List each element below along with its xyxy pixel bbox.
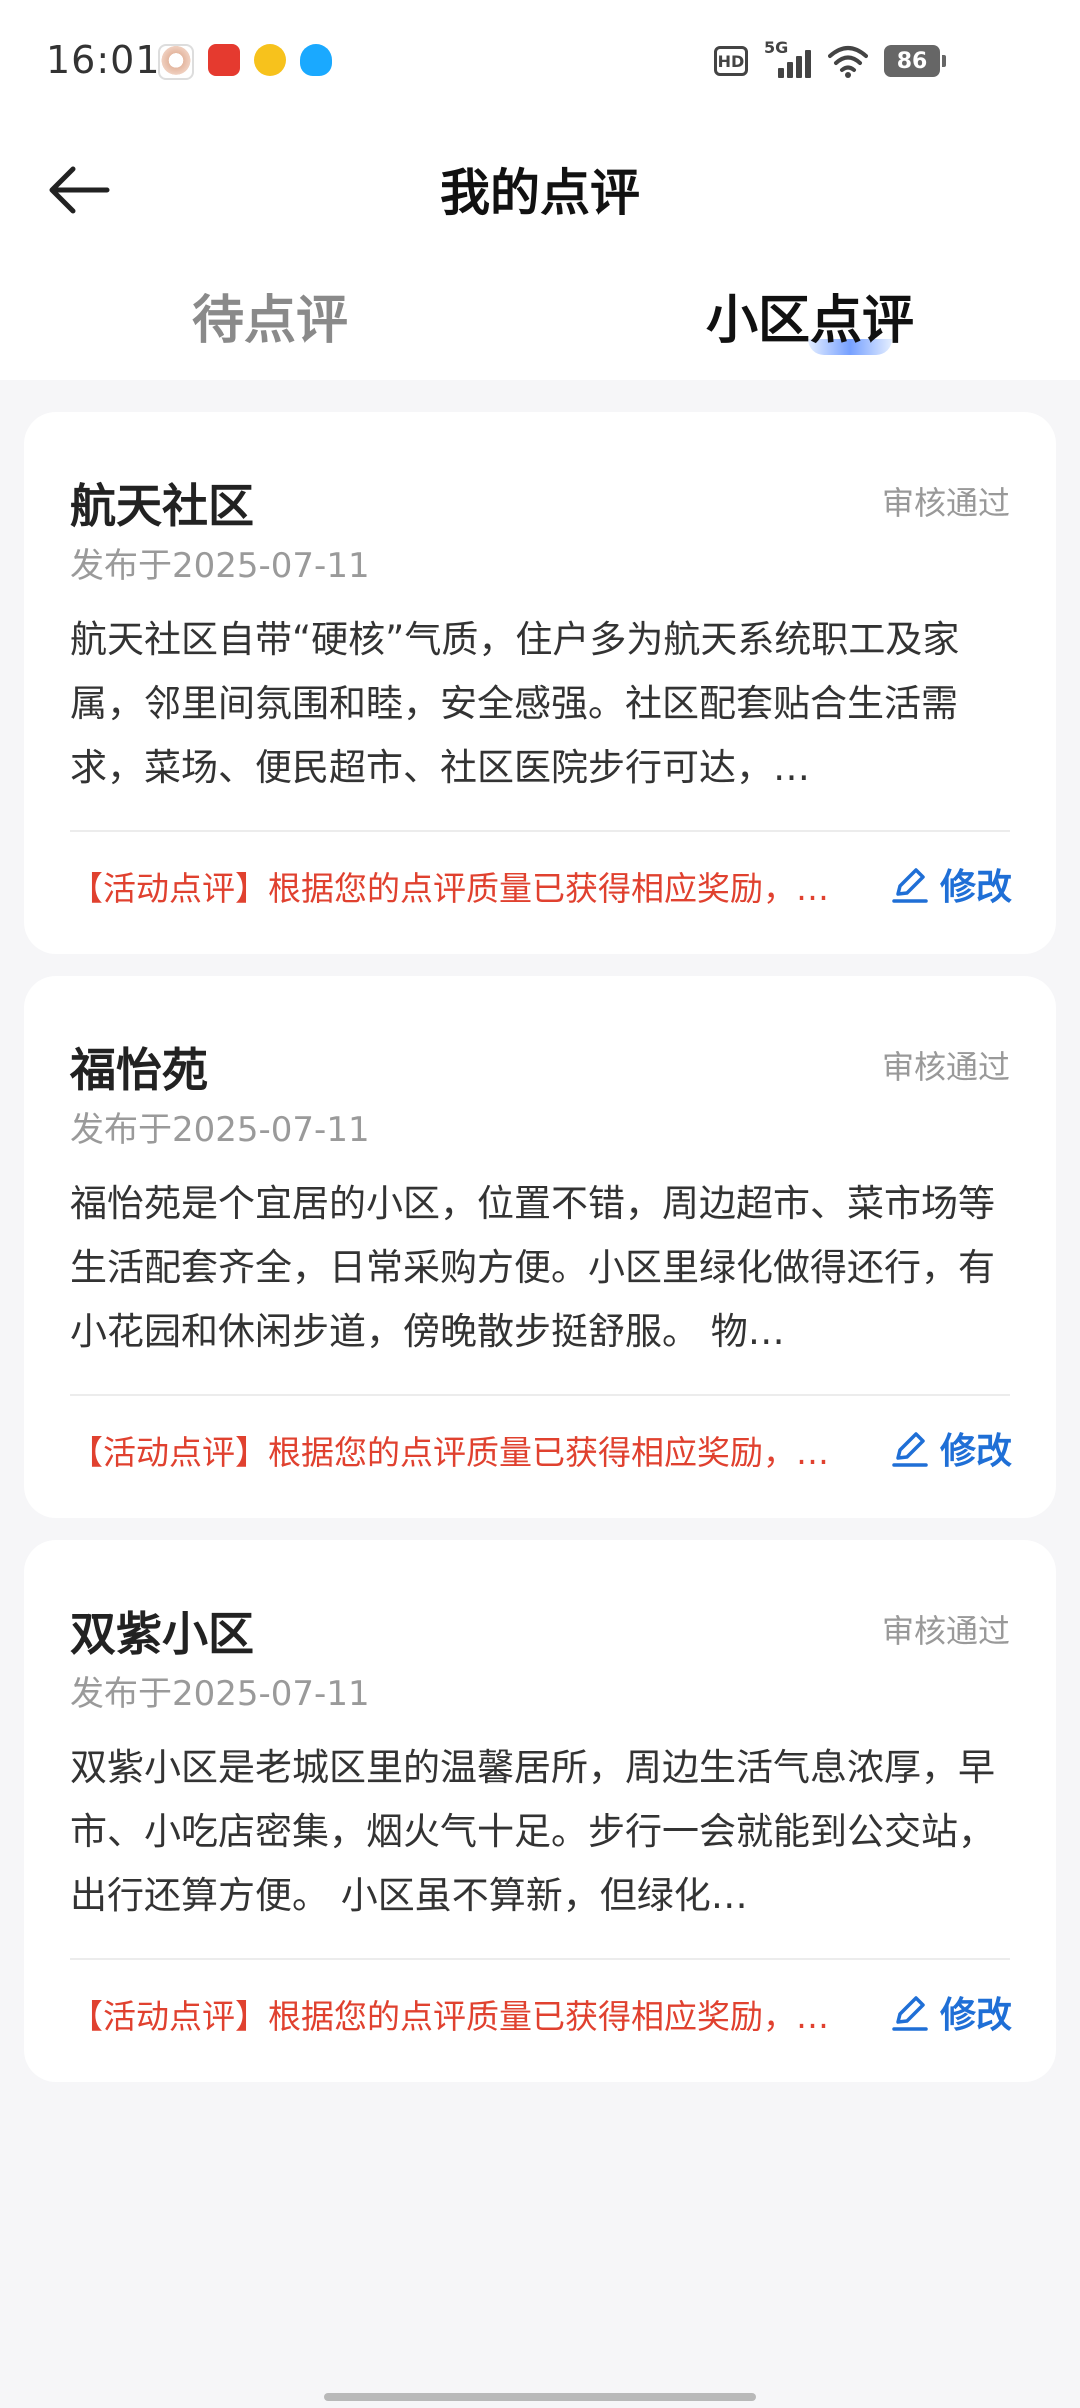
publish-date: 发布于2025-07-11 bbox=[70, 546, 370, 586]
edit-label: 修改 bbox=[939, 1431, 1012, 1472]
community-name: 双紫小区 bbox=[70, 1607, 254, 1661]
status-time: 16:01 bbox=[46, 38, 161, 82]
review-card[interactable]: 福怡苑 审核通过 发布于2025-07-11 福怡苑是个宜居的小区，位置不错，周… bbox=[24, 976, 1056, 1518]
tab-pending-review[interactable]: 待点评 bbox=[0, 265, 540, 365]
edit-label: 修改 bbox=[939, 1995, 1012, 2036]
network-label: 5G bbox=[764, 38, 789, 57]
review-content: 航天社区自带“硬核”气质，住户多为航天系统职工及家属，邻里间氛围和睦，安全感强。… bbox=[70, 618, 960, 789]
reward-notice[interactable]: 【活动点评】根据您的点评质量已获得相应奖励，… bbox=[70, 1990, 890, 2038]
divider bbox=[70, 1958, 1010, 1960]
wifi-icon bbox=[828, 46, 868, 78]
notification-icons bbox=[158, 44, 332, 80]
edit-button[interactable]: 修改 bbox=[890, 1422, 1012, 1474]
edit-button[interactable]: 修改 bbox=[890, 858, 1012, 910]
status-bar: 16:01 HD 5G 86 bbox=[0, 0, 1080, 125]
edit-button[interactable]: 修改 bbox=[890, 1986, 1012, 2038]
divider bbox=[70, 830, 1010, 832]
reward-notice[interactable]: 【活动点评】根据您的点评质量已获得相应奖励，… bbox=[70, 1426, 890, 1474]
tab-community-review[interactable]: 小区点评 bbox=[540, 265, 1080, 365]
tab-bar: 待点评 小区点评 bbox=[0, 265, 1080, 365]
community-name: 航天社区 bbox=[70, 479, 254, 533]
review-status: 审核通过 bbox=[881, 1048, 1010, 1086]
page-title: 我的点评 bbox=[440, 164, 640, 222]
coin-app-icon bbox=[254, 44, 286, 76]
publish-date: 发布于2025-07-11 bbox=[70, 1674, 370, 1714]
publish-date: 发布于2025-07-11 bbox=[70, 1110, 370, 1150]
review-card[interactable]: 航天社区 审核通过 发布于2025-07-11 航天社区自带“硬核”气质，住户多… bbox=[24, 412, 1056, 954]
signal-5g-icon: 5G bbox=[764, 38, 812, 78]
pencil-icon bbox=[892, 868, 928, 903]
divider bbox=[70, 1394, 1010, 1396]
battery-icon: 86 bbox=[884, 45, 946, 77]
review-content: 双紫小区是老城区里的温馨居所，周边生活气息浓厚，早市、小吃店密集，烟火气十足。步… bbox=[70, 1746, 995, 1917]
pencil-icon bbox=[892, 1996, 928, 2031]
review-card[interactable]: 双紫小区 审核通过 发布于2025-07-11 双紫小区是老城区里的温馨居所，周… bbox=[24, 1540, 1056, 2082]
pencil-icon bbox=[892, 1432, 928, 1467]
review-status: 审核通过 bbox=[881, 484, 1010, 522]
community-name: 福怡苑 bbox=[70, 1043, 208, 1097]
home-indicator[interactable] bbox=[324, 2393, 756, 2401]
review-content: 福怡苑是个宜居的小区，位置不错，周边超市、菜市场等生活配套齐全，日常采购方便。小… bbox=[70, 1182, 995, 1353]
hd-icon: HD bbox=[714, 46, 748, 76]
red-app-icon bbox=[208, 44, 240, 76]
qq-penguin-icon bbox=[300, 44, 332, 76]
page-header: 我的点评 待点评 小区点评 bbox=[0, 125, 1080, 380]
tab-label: 小区点评 bbox=[705, 290, 914, 351]
tab-label: 待点评 bbox=[191, 290, 348, 351]
edit-label: 修改 bbox=[939, 867, 1012, 908]
reward-notice[interactable]: 【活动点评】根据您的点评质量已获得相应奖励，… bbox=[70, 862, 890, 910]
review-status: 审核通过 bbox=[881, 1612, 1010, 1650]
system-icons: HD 5G 86 bbox=[714, 38, 946, 78]
avatar-app-icon bbox=[158, 44, 194, 80]
